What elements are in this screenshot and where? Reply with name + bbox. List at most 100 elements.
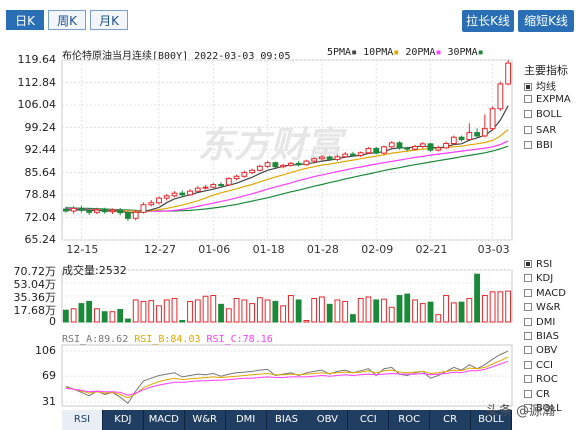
date-tick-label: 01-18 xyxy=(252,243,285,256)
volume-bar xyxy=(148,300,155,323)
main-indicator-boll[interactable]: BOLL xyxy=(524,109,562,120)
candle-body xyxy=(280,164,287,168)
checkbox-label: KDJ xyxy=(536,273,554,285)
checkbox[interactable] xyxy=(524,94,532,103)
tab-dmi[interactable]: DMI xyxy=(225,410,267,430)
checkbox-label: SAR xyxy=(536,124,557,136)
candle-body xyxy=(412,145,418,150)
volume-bar xyxy=(171,297,178,323)
tab-kdj[interactable]: KDJ xyxy=(102,410,144,430)
checkbox[interactable] xyxy=(524,303,532,312)
candle xyxy=(489,106,496,131)
rsi-a-legend: RSI_A:89.62 xyxy=(62,334,129,345)
tab-roc[interactable]: ROC xyxy=(389,410,431,430)
candle-body xyxy=(256,165,263,171)
sub-indicator-obv[interactable]: OBV xyxy=(524,345,557,356)
sub-indicator-cr[interactable]: CR xyxy=(524,389,550,400)
checkbox[interactable] xyxy=(524,288,532,297)
tab-bias[interactable]: BIAS xyxy=(266,410,308,430)
checkbox[interactable] xyxy=(524,110,532,118)
sub-indicator-w-r[interactable]: W&R xyxy=(524,302,561,313)
checkbox[interactable] xyxy=(524,83,532,91)
candle xyxy=(373,146,380,155)
candle-body xyxy=(78,207,85,211)
checkbox[interactable] xyxy=(524,317,532,326)
checkbox[interactable] xyxy=(524,375,532,384)
rsi-b-legend: RSI_B:84.03 xyxy=(134,334,201,345)
candle xyxy=(163,194,170,201)
tab-w-r[interactable]: W&R xyxy=(184,410,226,430)
sub-indicator-cci[interactable]: CCI xyxy=(524,360,553,371)
candle xyxy=(357,151,364,158)
candle xyxy=(497,81,504,111)
checkbox[interactable] xyxy=(524,141,532,149)
candle-body xyxy=(303,160,310,166)
volume-tick-label: 0 xyxy=(49,315,56,328)
candle-body xyxy=(474,132,480,137)
volume-bar xyxy=(179,320,186,323)
candle-body xyxy=(218,184,224,187)
tab-cr[interactable]: CR xyxy=(430,410,472,430)
candle-body xyxy=(264,162,271,167)
main-indicator-expma[interactable]: EXPMA xyxy=(524,94,571,105)
candle xyxy=(388,141,395,149)
checkbox[interactable] xyxy=(524,125,532,134)
candle-body xyxy=(357,152,364,156)
candle-body xyxy=(210,184,217,188)
candle-body xyxy=(148,202,155,206)
tab-macd[interactable]: MACD xyxy=(143,410,185,430)
volume-bar xyxy=(86,300,93,323)
date-tick-label: 03-03 xyxy=(477,243,510,256)
sub-indicator-macd[interactable]: MACD xyxy=(524,288,566,299)
rsi-tick-label: 69 xyxy=(42,369,56,383)
checkbox[interactable] xyxy=(524,332,532,340)
volume-bar xyxy=(295,299,302,323)
candle xyxy=(412,144,418,151)
date-tick-label: 02-09 xyxy=(361,243,394,256)
candle-body xyxy=(295,162,302,166)
sub-indicator-dmi[interactable]: DMI xyxy=(524,317,555,328)
checkbox-label: BBI xyxy=(536,140,553,151)
rsi-tick-label: 106 xyxy=(35,344,56,358)
volume-bar xyxy=(194,299,201,323)
checkbox[interactable] xyxy=(524,389,532,398)
candle-body xyxy=(497,83,504,110)
tab-cci[interactable]: CCI xyxy=(348,410,390,430)
checkbox[interactable] xyxy=(524,346,532,355)
candle xyxy=(365,147,372,155)
sub-indicator-roc[interactable]: ROC xyxy=(524,374,558,385)
checkbox[interactable] xyxy=(524,260,532,268)
candle xyxy=(241,170,248,178)
checkbox[interactable] xyxy=(524,360,532,369)
sub-indicator-rsi[interactable]: RSI xyxy=(524,259,552,270)
candle-body xyxy=(249,169,255,174)
candle-body xyxy=(132,211,139,219)
checkbox-label: BOLL xyxy=(536,109,562,120)
volume-bar xyxy=(458,301,465,323)
volume-bar xyxy=(94,308,100,323)
candle-body xyxy=(381,146,387,154)
candle xyxy=(450,135,457,145)
tab-obv[interactable]: OBV xyxy=(307,410,349,430)
volume-bar xyxy=(412,299,418,323)
main-indicator-sar[interactable]: SAR xyxy=(524,125,556,136)
checkbox[interactable] xyxy=(524,274,532,283)
checkbox-label: DMI xyxy=(536,316,556,328)
candle xyxy=(381,145,387,155)
candle-body xyxy=(171,192,178,197)
candle xyxy=(171,191,178,198)
checkbox-label: ROC xyxy=(536,374,558,386)
candle-body xyxy=(62,208,69,212)
sub-indicator-kdj[interactable]: KDJ xyxy=(524,273,553,284)
candle-body xyxy=(326,156,333,160)
tab-rsi[interactable]: RSI xyxy=(62,410,103,430)
checkbox-label: CR xyxy=(536,388,550,400)
candle-body xyxy=(505,62,512,85)
volume-bar xyxy=(249,303,255,323)
candle xyxy=(140,202,147,214)
checkbox-label: RSI xyxy=(536,259,553,270)
main-indicator--[interactable]: 均线 xyxy=(524,78,556,93)
sub-indicator-bias[interactable]: BIAS xyxy=(524,331,559,342)
main-indicator-bbi[interactable]: BBI xyxy=(524,140,553,151)
volume-bar xyxy=(365,296,372,323)
